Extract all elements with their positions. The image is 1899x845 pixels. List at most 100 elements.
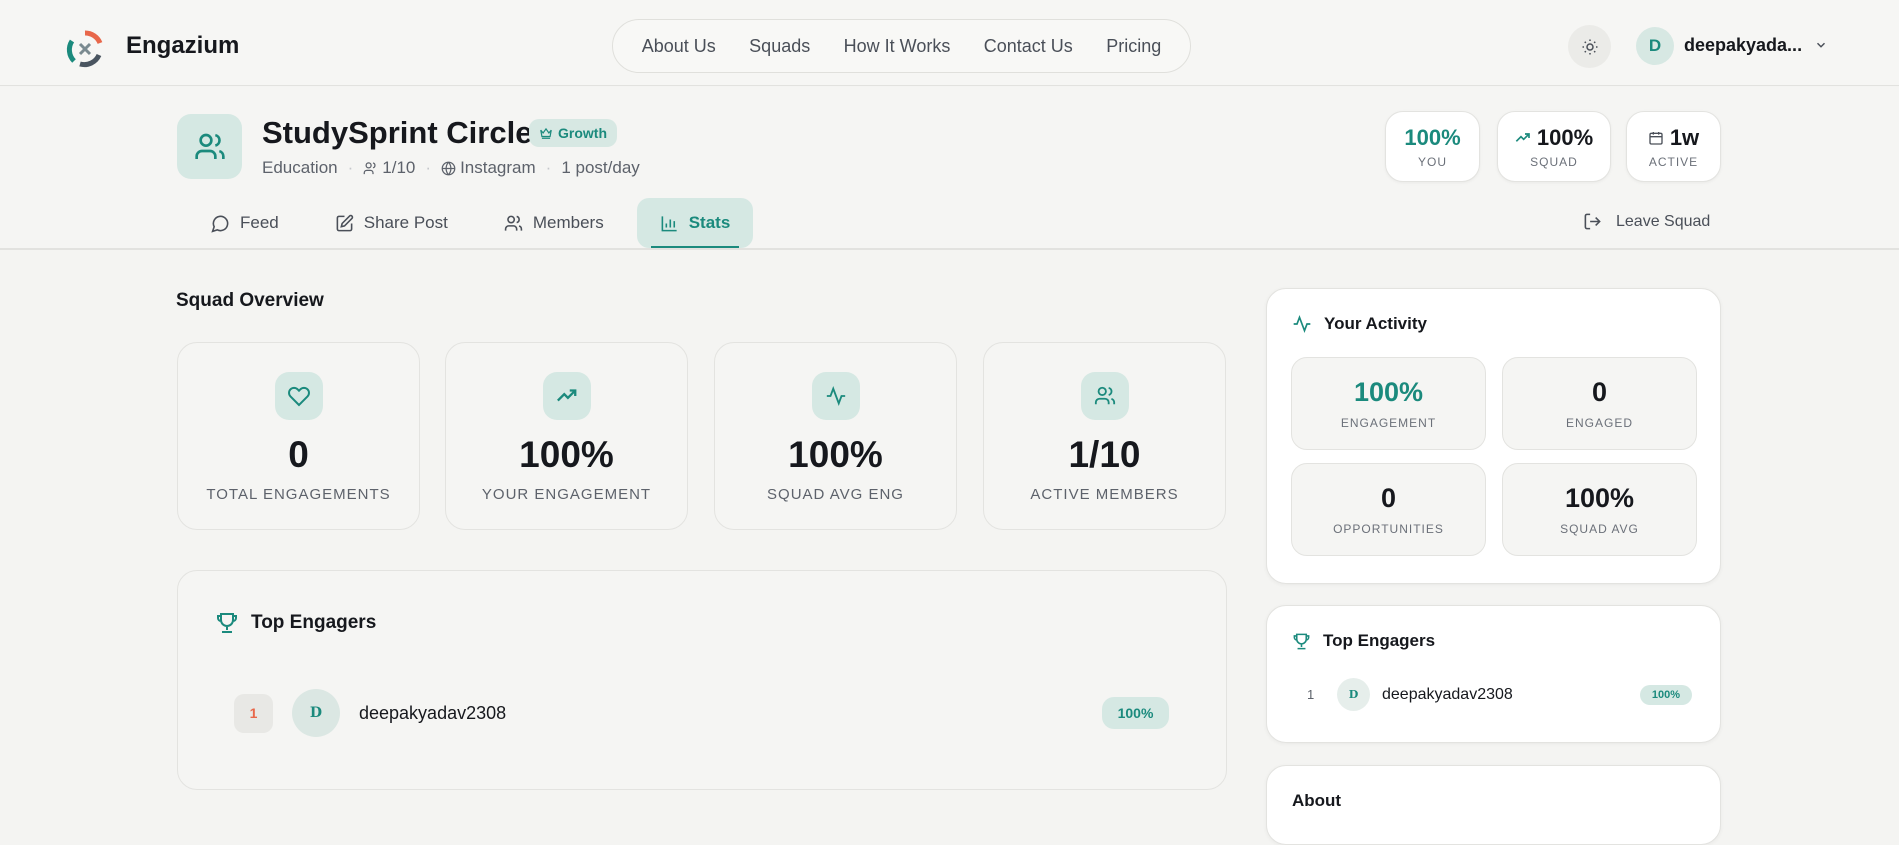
trending-up-icon [1515,132,1530,142]
tab-stats[interactable]: Stats [636,198,754,248]
stat-card-active-members: 1/10 ACTIVE MEMBERS [983,342,1226,530]
engager-row[interactable]: 1 D deepakyadav2308 100% [234,689,1169,737]
mini-stat-active: 1w ACTIVE [1626,111,1721,182]
users-icon [363,161,376,174]
card-title: About [1292,791,1342,810]
leave-squad-label: Leave Squad [1616,212,1711,230]
tile-value: 100% [1564,483,1635,513]
squad-members-count: 1/10 [382,158,416,177]
stat-value: 0 [288,434,309,475]
leave-squad-button[interactable]: Leave Squad [1583,212,1710,231]
engager-avatar: D [1337,678,1370,711]
tab-label: Feed [240,213,279,232]
about-card: About [1266,765,1721,845]
tab-share-post[interactable]: Share Post [312,198,471,248]
engager-row[interactable]: 1 D deepakyadav2308 100% [1307,678,1692,711]
stat-value: 100% [788,434,883,475]
stat-card-squad-avg: 100% SQUAD AVG ENG [714,342,957,530]
heart-icon [287,386,310,407]
stat-card-total-engagements: 0 TOTAL ENGAGEMENTS [177,342,420,530]
users-icon [194,133,225,159]
nav-how-it-works[interactable]: How It Works [844,36,951,57]
panel-header: Top Engagers [215,611,376,635]
nav-about-us[interactable]: About Us [642,36,716,57]
tile-label: ENGAGED [1565,416,1633,430]
mini-stat-you: 100% YOU [1385,111,1480,182]
stat-label: ACTIVE MEMBERS [1030,486,1179,503]
tile-value: 0 [1591,377,1608,407]
mini-stat-squad: 100% SQUAD [1497,111,1611,182]
sun-icon [1582,39,1597,54]
rank-badge: 1 [234,693,273,733]
main-nav: About Us Squads How It Works Contact Us … [612,19,1191,73]
card-title: Top Engagers [1323,631,1436,650]
stat-value: 100% [519,434,614,475]
tab-label: Stats [688,213,731,232]
top-engagers-card: Top Engagers 1 D deepakyadav2308 100% [1266,605,1721,743]
tab-members[interactable]: Members [481,198,627,248]
chevron-down-icon[interactable] [1814,38,1828,52]
engager-name: deepakyadav2308 [359,702,507,723]
activity-tile-engagement: 100% ENGAGEMENT [1291,357,1486,450]
activity-icon [826,386,845,406]
theme-toggle-button[interactable] [1568,25,1611,68]
mini-stat-label: YOU [1417,154,1447,169]
tab-label: Members [532,213,604,232]
tier-badge: Growth [529,119,617,147]
your-activity-card: Your Activity 100% ENGAGEMENT 0 ENGAGED 0 O… [1266,288,1721,584]
activity-tile-squad-avg: 100% SQUAD AVG [1502,463,1697,556]
activity-icon [1293,314,1311,334]
tile-label: ENGAGEMENT [1340,416,1437,430]
stat-label: TOTAL ENGAGEMENTS [206,486,391,503]
squad-frequency: 1 post/day [561,158,640,177]
rank: 1 [1307,687,1315,702]
user-avatar[interactable]: D [1636,27,1674,65]
stat-label: YOUR ENGAGEMENT [481,486,652,503]
card-title: Your Activity [1324,314,1427,333]
edit-icon [336,214,353,231]
tab-feed[interactable]: Feed [188,198,302,248]
squad-avatar [177,114,242,179]
section-title: Squad Overview [176,290,324,311]
squad-category: Education [262,158,338,177]
tile-label: OPPORTUNITIES [1333,522,1444,536]
mini-stat-value: 1w [1669,124,1700,150]
nav-contact-us[interactable]: Contact Us [984,36,1073,57]
brand-name[interactable]: Engazium [126,32,239,60]
calendar-icon [1649,131,1663,145]
engager-name: deepakyadav2308 [1382,685,1513,703]
stat-card-your-engagement: 100% YOUR ENGAGEMENT [445,342,688,530]
engager-score: 100% [1640,684,1692,705]
mini-stat-value: 100% [1404,124,1461,150]
mini-stat-value: 100% [1536,124,1594,150]
squad-meta: Education · 1/10 · Instagram · 1 post/day [262,158,640,177]
trending-up-icon [556,389,576,402]
message-circle-icon [211,215,229,233]
squad-title: StudySprint Circle [262,115,533,150]
users-icon [1094,386,1115,405]
crown-icon [540,127,552,139]
tile-label: SQUAD AVG [1560,522,1639,536]
activity-tile-engaged: 0 ENGAGED [1502,357,1697,450]
top-engagers-panel: Top Engagers 1 D deepakyadav2308 100% [177,570,1227,790]
tab-label: Share Post [363,213,448,232]
squad-tabs: Feed Share Post Members Stats [188,198,754,248]
nav-squads[interactable]: Squads [749,36,810,57]
engazium-logo-icon [66,30,103,68]
trophy-icon [1293,633,1310,649]
stat-value: 1/10 [1068,434,1141,475]
users-icon [504,215,523,231]
globe-icon [441,161,456,175]
engager-avatar: D [292,689,340,737]
nav-pricing[interactable]: Pricing [1106,36,1161,57]
trophy-icon [217,613,237,633]
tier-label: Growth [558,125,607,141]
bar-chart-icon [661,215,677,231]
tile-value: 100% [1353,377,1424,407]
user-menu-name[interactable]: deepakyada... [1684,35,1802,56]
activity-tile-opportunities: 0 OPPORTUNITIES [1291,463,1486,556]
mini-stat-label: ACTIVE [1648,154,1699,169]
panel-title: Top Engagers [251,612,377,633]
log-out-icon [1584,213,1601,230]
tile-value: 0 [1380,483,1397,513]
